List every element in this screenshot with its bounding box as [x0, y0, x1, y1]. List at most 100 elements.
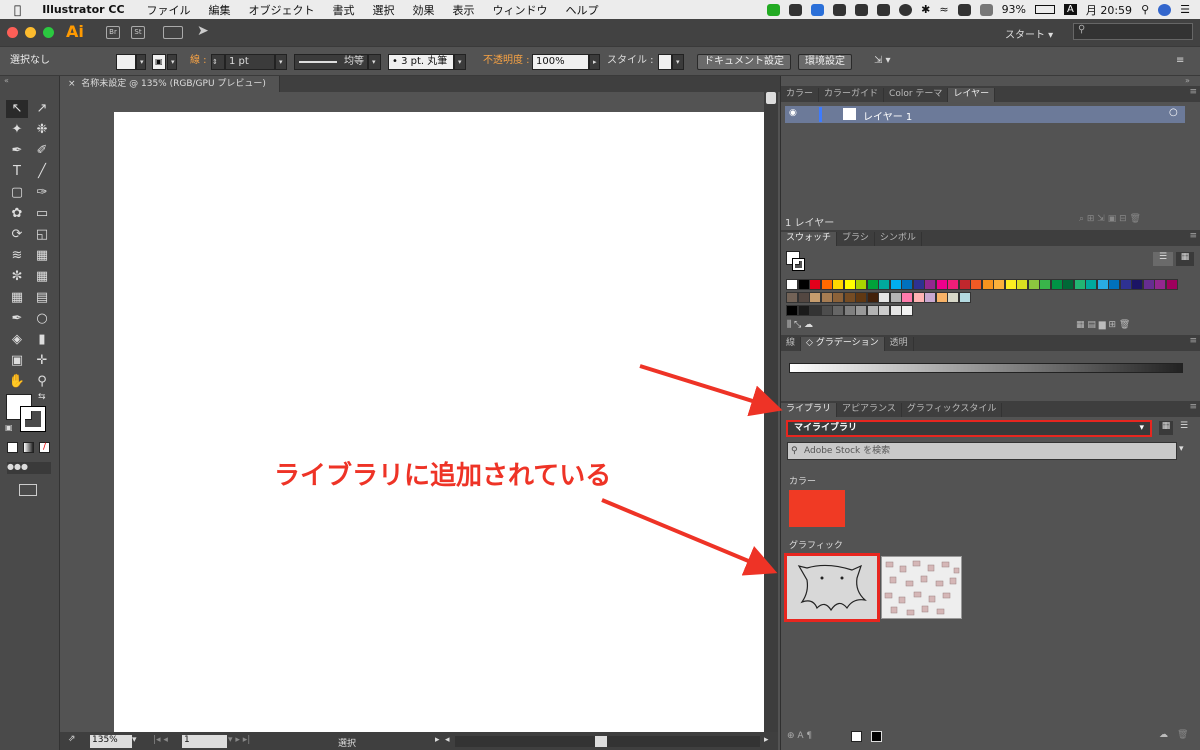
swatch[interactable]	[832, 292, 844, 303]
help-search-input[interactable]: ⚲	[1073, 23, 1193, 40]
swatch[interactable]	[1050, 279, 1063, 290]
rotate-tool-icon[interactable]: ⟳	[6, 226, 28, 244]
menu-view[interactable]: 表示	[453, 2, 475, 18]
swatch[interactable]	[786, 305, 798, 316]
symbol-sprayer-tool-icon[interactable]: ◈	[6, 331, 28, 349]
swatch[interactable]	[866, 292, 879, 303]
magic-wand-tool-icon[interactable]: ✦	[6, 121, 28, 139]
swatch[interactable]	[958, 279, 971, 290]
swatch[interactable]	[797, 279, 810, 290]
stock-button[interactable]: St	[131, 26, 145, 39]
swatch[interactable]	[935, 279, 948, 290]
menubar-clock[interactable]: 月 20:59	[1086, 2, 1132, 18]
tab-color-themes[interactable]: Color テーマ	[884, 88, 949, 102]
column-graph-tool-icon[interactable]: ▮	[31, 331, 53, 349]
swatch[interactable]	[878, 305, 890, 316]
grid-view-icon[interactable]: ▦	[1159, 421, 1173, 435]
swatch[interactable]	[901, 279, 913, 290]
hand-tool-icon[interactable]: ✋	[6, 373, 28, 391]
swatch[interactable]	[993, 279, 1005, 290]
status-menu-icon[interactable]: ▸	[435, 735, 440, 745]
swatch[interactable]	[820, 305, 833, 316]
airplay-icon[interactable]	[957, 3, 971, 16]
stroke-color-button[interactable]: ▣	[152, 54, 166, 70]
tab-transparency[interactable]: 透明	[885, 337, 914, 351]
lasso-tool-icon[interactable]: ❉	[31, 121, 53, 139]
screen-mode-icon[interactable]	[19, 484, 37, 496]
layers-panel-menu-icon[interactable]: ≡	[1189, 87, 1197, 97]
tab-symbols[interactable]: シンボル	[875, 232, 922, 246]
tab-appearance[interactable]: アピアランス	[837, 403, 902, 417]
swatch[interactable]	[889, 305, 902, 316]
stroke-label[interactable]: 線 :	[190, 54, 207, 70]
swatch[interactable]	[1027, 279, 1040, 290]
gradient-preview-bar[interactable]	[789, 363, 1183, 373]
opacity-label[interactable]: 不透明度 :	[483, 54, 530, 70]
layer-row[interactable]: ◉ レイヤー 1 ○	[785, 106, 1185, 123]
stroke-swatch[interactable]	[20, 406, 46, 432]
add-stroke-icon[interactable]	[871, 731, 882, 742]
swatch[interactable]	[820, 292, 833, 303]
swatch[interactable]	[786, 279, 798, 290]
swatch[interactable]	[1154, 279, 1166, 290]
bridge-button[interactable]: Br	[106, 26, 120, 39]
swatch[interactable]	[820, 279, 833, 290]
adobe-stock-search-input[interactable]: ⚲ Adobe Stock を検索	[787, 442, 1177, 460]
swatch[interactable]	[866, 305, 879, 316]
swatch[interactable]	[797, 305, 810, 316]
swatch[interactable]	[912, 279, 925, 290]
next-artboard-button[interactable]: ▾ ▸ ▸|	[228, 735, 250, 745]
artboard-tool-icon[interactable]: ▣	[6, 352, 28, 370]
swatch[interactable]	[832, 305, 844, 316]
battery-icon[interactable]	[1035, 5, 1056, 14]
swap-fill-stroke-icon[interactable]: ⇆	[38, 392, 46, 402]
fill-color-button[interactable]	[116, 54, 136, 70]
preferences-button[interactable]: 環境設定	[798, 54, 852, 70]
siri-icon[interactable]	[1158, 3, 1172, 16]
tab-libraries[interactable]: ライブラリ	[781, 403, 838, 417]
menu-select[interactable]: 選択	[373, 2, 395, 18]
selection-tool-icon[interactable]: ↖	[6, 100, 28, 118]
swatch[interactable]	[855, 292, 867, 303]
tab-color[interactable]: カラー	[781, 88, 820, 102]
swatch[interactable]	[947, 279, 959, 290]
graphic-style-swatch[interactable]	[658, 54, 672, 70]
creative-cloud-icon[interactable]	[789, 3, 803, 16]
scroll-left-icon[interactable]: ◂	[445, 735, 450, 745]
menu-window[interactable]: ウィンドウ	[493, 2, 548, 18]
close-window-button[interactable]	[7, 27, 18, 38]
apple-menu-icon[interactable]: 	[14, 3, 21, 17]
eraser-tool-icon[interactable]: ▭	[31, 205, 53, 223]
default-colors-icon[interactable]: ▣	[5, 423, 13, 432]
swatch[interactable]	[843, 305, 856, 316]
scale-tool-icon[interactable]: ◱	[31, 226, 53, 244]
collapse-panels-icon[interactable]: »	[1185, 76, 1190, 85]
swatch[interactable]	[924, 292, 936, 303]
swatch[interactable]	[843, 292, 856, 303]
first-artboard-button[interactable]: |◂ ◂	[153, 735, 168, 745]
swatch[interactable]	[809, 305, 821, 316]
swatch[interactable]	[1016, 279, 1028, 290]
paintbrush-tool-icon[interactable]: ✑	[31, 184, 53, 202]
swatch[interactable]	[786, 292, 798, 303]
zoom-window-button[interactable]	[43, 27, 54, 38]
tab-layers[interactable]: レイヤー	[948, 88, 996, 102]
color-mode-icon[interactable]	[7, 442, 18, 453]
thumbnail-view-icon[interactable]: ▦	[1176, 252, 1194, 266]
scroll-right-icon[interactable]: ▸	[764, 735, 769, 745]
horizontal-scroll-thumb[interactable]	[595, 736, 607, 747]
opacity-dropdown[interactable]: ▸	[589, 54, 600, 70]
stroke-weight-input[interactable]: 1 pt	[225, 54, 275, 70]
arrange-objects-icon[interactable]: ⇲ ▾	[874, 54, 891, 70]
gpu-performance-icon[interactable]: ➤	[197, 23, 209, 39]
notification-center-icon[interactable]: ☰	[1180, 3, 1190, 16]
layer-name[interactable]: レイヤー 1	[863, 108, 912, 123]
swatch[interactable]	[889, 292, 902, 303]
swatch[interactable]	[901, 305, 913, 316]
swatch[interactable]	[935, 292, 948, 303]
swatch-grid[interactable]	[786, 279, 1186, 319]
swatch[interactable]	[1062, 279, 1074, 290]
swatch[interactable]	[1073, 279, 1086, 290]
artboard-number-input[interactable]: 1	[182, 735, 227, 748]
library-add-icons[interactable]: ⊕ A ¶	[787, 731, 812, 741]
